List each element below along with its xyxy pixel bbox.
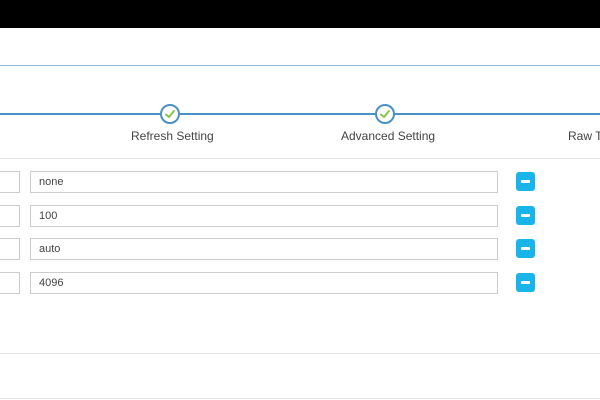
remove-row-button[interactable] (516, 273, 535, 292)
minus-icon (521, 214, 530, 217)
step-raw-label: Raw T (568, 129, 600, 143)
section-divider (0, 398, 600, 399)
minus-icon (521, 180, 530, 183)
wizard-progress-line (0, 113, 600, 115)
config-key-input[interactable] (0, 171, 20, 193)
section-divider (0, 158, 600, 159)
remove-row-button[interactable] (516, 172, 535, 191)
config-value-input[interactable] (30, 238, 498, 260)
step-refresh-setting-node[interactable] (160, 104, 180, 124)
step-refresh-setting-label: Refresh Setting (131, 129, 214, 143)
step-advanced-setting-label: Advanced Setting (341, 129, 436, 143)
header-divider (0, 65, 600, 66)
check-icon (165, 110, 175, 118)
config-key-input[interactable] (0, 272, 20, 294)
section-divider (0, 353, 600, 354)
remove-row-button[interactable] (516, 239, 535, 258)
step-advanced-setting-node[interactable] (375, 104, 395, 124)
check-icon (380, 110, 390, 118)
minus-icon (521, 247, 530, 250)
config-key-input[interactable] (0, 238, 20, 260)
config-value-input[interactable] (30, 205, 498, 227)
minus-icon (521, 281, 530, 284)
config-value-input[interactable] (30, 272, 498, 294)
top-bar (0, 0, 600, 28)
remove-row-button[interactable] (516, 206, 535, 225)
config-value-input[interactable] (30, 171, 498, 193)
config-key-input[interactable] (0, 205, 20, 227)
